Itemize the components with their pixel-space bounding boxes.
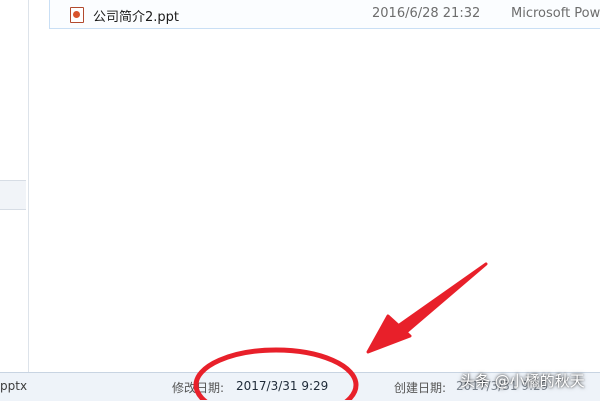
selected-file-name: pptx	[0, 379, 28, 393]
file-name: 公司简介2.ppt	[93, 10, 180, 25]
modified-date-label: 修改日期:	[172, 381, 225, 395]
watermark-text: 头条 @小橘的秋天	[460, 372, 585, 390]
file-date-modified: 2016/6/28 21:32	[372, 6, 481, 21]
modified-date-value: 2017/3/31 9:29	[236, 379, 329, 393]
file-row[interactable]: 公司简介2.ppt 2016/6/28 21:32 Microsoft Powe…	[49, 0, 600, 29]
created-date-label: 创建日期:	[394, 381, 447, 395]
nav-selected-item[interactable]	[0, 180, 26, 210]
navigation-pane[interactable]	[0, 0, 29, 372]
file-type: Microsoft Power	[511, 6, 600, 21]
powerpoint-file-icon	[70, 7, 84, 23]
file-list: 公司简介2.ppt 2016/6/28 21:32 Microsoft Powe…	[29, 0, 600, 372]
